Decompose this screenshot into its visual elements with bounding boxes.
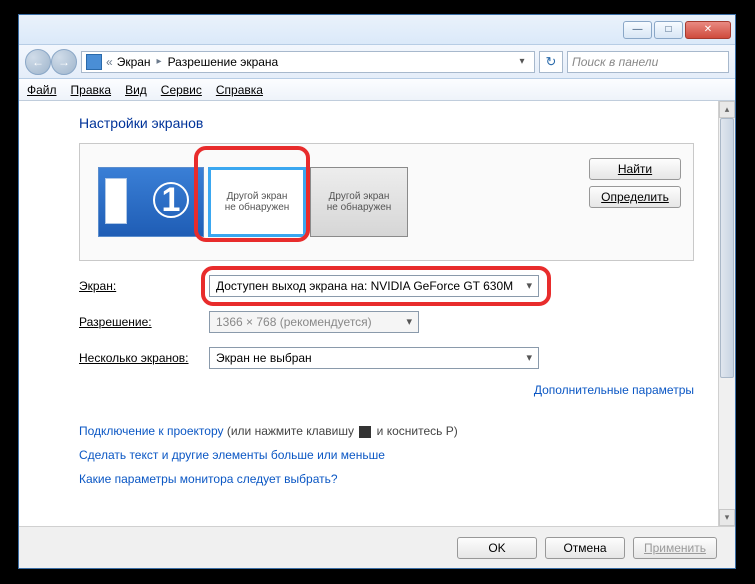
multi-select-value: Экран не выбран — [216, 351, 312, 365]
window: — □ ✕ ← → « Экран ▸ Разрешение экрана ▾ … — [18, 14, 736, 569]
search-input[interactable]: Поиск в панели — [567, 51, 729, 73]
find-button[interactable]: Найти — [589, 158, 681, 180]
breadcrumb-2[interactable]: Разрешение экрана — [168, 55, 279, 69]
detect-button[interactable]: Определить — [589, 186, 681, 208]
ok-button[interactable]: OK — [457, 537, 537, 559]
breadcrumb-sep-1: ▸ — [155, 56, 164, 67]
address-bar[interactable]: « Экран ▸ Разрешение экрана ▾ — [81, 51, 535, 73]
address-dropdown-icon[interactable]: ▾ — [514, 56, 530, 67]
monitor-not-detected-2[interactable]: Другой экран не обнаружен — [310, 167, 408, 237]
projector-hint-1: (или нажмите клавишу — [224, 424, 358, 438]
menu-help[interactable]: Справка — [216, 83, 263, 97]
multi-select[interactable]: Экран не выбран — [209, 347, 539, 369]
monitor-nd2-line1: Другой экран — [329, 191, 390, 202]
textsize-link[interactable]: Сделать текст и другие элементы больше и… — [79, 448, 385, 462]
location-icon — [86, 54, 102, 70]
content-area: Настройки экранов 1 Другой экран не обна… — [19, 101, 718, 526]
apply-button: Применить — [633, 537, 717, 559]
scroll-thumb[interactable] — [720, 118, 734, 378]
footer: OK Отмена Применить — [19, 526, 735, 568]
screen-label: Экран: — [79, 279, 209, 293]
close-button[interactable]: ✕ — [685, 21, 731, 39]
monitor-1-number: 1 — [153, 182, 189, 218]
navbar: ← → « Экран ▸ Разрешение экрана ▾ ↻ Поис… — [19, 45, 735, 79]
display-preview-box: 1 Другой экран не обнаружен Другой экран… — [79, 143, 694, 261]
monitor-nd1-line2: не обнаружен — [225, 202, 290, 213]
titlebar: — □ ✕ — [19, 15, 735, 45]
resolution-label: Разрешение: — [79, 315, 209, 329]
resolution-select-value: 1366 × 768 (рекомендуется) — [216, 315, 372, 329]
advanced-settings-link[interactable]: Дополнительные параметры — [534, 383, 694, 397]
menu-view[interactable]: Вид — [125, 83, 147, 97]
monitor-1-thumbnail — [105, 178, 127, 224]
monitor-nd1-line1: Другой экран — [227, 191, 288, 202]
forward-button[interactable]: → — [51, 49, 77, 75]
vertical-scrollbar[interactable]: ▴ ▾ — [718, 101, 735, 526]
resolution-select: 1366 × 768 (рекомендуется) — [209, 311, 419, 333]
monitor-not-detected-1[interactable]: Другой экран не обнаружен — [208, 167, 306, 237]
menubar: Файл Правка Вид Сервис Справка — [19, 79, 735, 101]
menu-tools[interactable]: Сервис — [161, 83, 202, 97]
menu-file[interactable]: Файл — [27, 83, 57, 97]
multi-label: Несколько экранов: — [79, 351, 209, 365]
page-title: Настройки экранов — [79, 115, 694, 131]
minimize-button[interactable]: — — [623, 21, 652, 39]
scroll-down-arrow[interactable]: ▾ — [719, 509, 735, 526]
back-button[interactable]: ← — [25, 49, 51, 75]
which-monitor-link[interactable]: Какие параметры монитора следует выбрать… — [79, 472, 338, 486]
scroll-up-arrow[interactable]: ▴ — [719, 101, 735, 118]
monitor-1[interactable]: 1 — [98, 167, 204, 237]
cancel-button[interactable]: Отмена — [545, 537, 625, 559]
address-prefix: « — [106, 55, 113, 69]
screen-select[interactable]: Доступен выход экрана на: NVIDIA GeForce… — [209, 275, 539, 297]
monitor-nd2-line2: не обнаружен — [327, 202, 392, 213]
screen-select-value: Доступен выход экрана на: NVIDIA GeForce… — [216, 279, 513, 293]
refresh-button[interactable]: ↻ — [539, 51, 563, 73]
menu-edit[interactable]: Правка — [71, 83, 112, 97]
breadcrumb-1[interactable]: Экран — [117, 55, 151, 69]
maximize-button[interactable]: □ — [654, 21, 683, 39]
projector-link[interactable]: Подключение к проектору — [79, 424, 224, 438]
winkey-icon — [359, 426, 371, 438]
projector-hint-2: и коснитесь P) — [373, 424, 457, 438]
